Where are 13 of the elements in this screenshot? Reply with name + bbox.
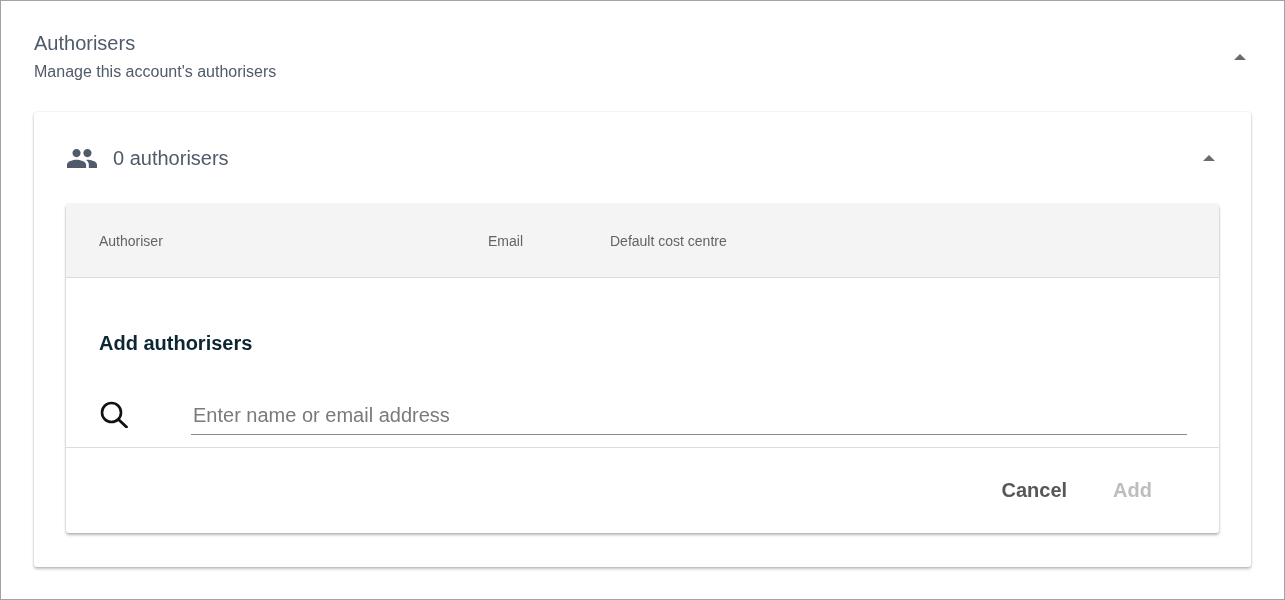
search-field[interactable]: Enter name or email address xyxy=(191,393,1187,435)
section-subtitle: Manage this account's authorisers xyxy=(34,62,277,82)
search-icon xyxy=(100,400,128,428)
section-title: Authorisers xyxy=(34,31,136,55)
people-icon xyxy=(67,148,97,168)
column-header: Authoriser xyxy=(99,232,163,249)
form-heading: Add authorisers xyxy=(99,331,253,355)
panel-title: 0 authorisers xyxy=(113,146,230,170)
column-header: Default cost centre xyxy=(610,232,727,249)
cancel-button[interactable]: Cancel xyxy=(985,471,1084,510)
caret-icon[interactable] xyxy=(1203,155,1215,161)
column-header: Email xyxy=(488,232,523,249)
caret-icon[interactable] xyxy=(1234,53,1246,60)
